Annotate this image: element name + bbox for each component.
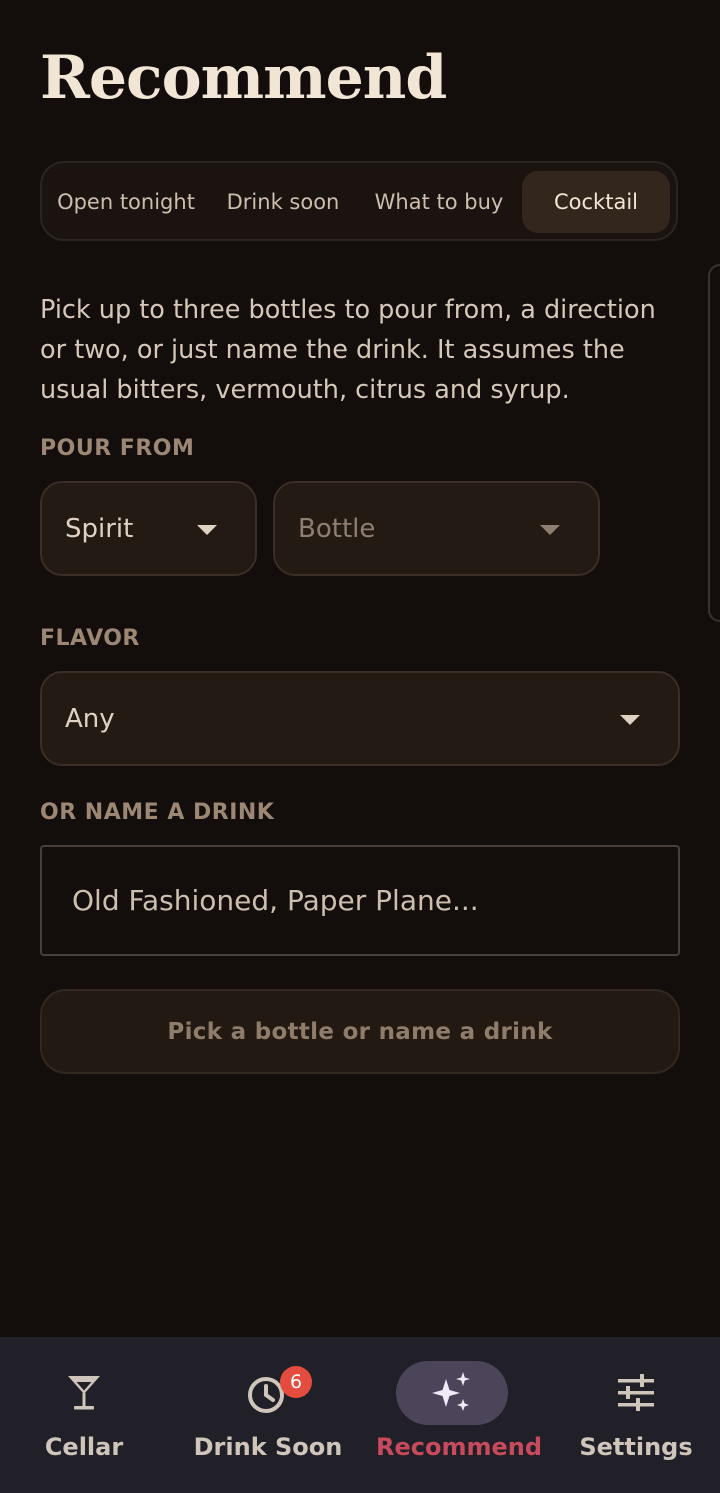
sparkles-icon	[396, 1361, 508, 1425]
tab-what-to-buy[interactable]: What to buy	[364, 171, 514, 233]
nav-item-cellar[interactable]: Cellar	[28, 1337, 140, 1493]
drink-soon-count-badge: 6	[280, 1366, 312, 1398]
nav-item-recommend[interactable]: Recommend	[376, 1337, 542, 1493]
nav-label-settings: Settings	[579, 1433, 693, 1461]
nav-label-drink-soon: Drink Soon	[193, 1433, 343, 1461]
cocktail-glass-icon	[28, 1361, 140, 1425]
pour-from-label: POUR FROM	[40, 436, 195, 461]
flavor-select-value: Any	[65, 703, 115, 734]
caret-down-icon	[540, 524, 560, 535]
intro-text: Pick up to three bottles to pour from, a…	[40, 295, 656, 405]
nav-item-drink-soon[interactable]: 6 Drink Soon	[194, 1337, 342, 1493]
tab-drink-soon[interactable]: Drink soon	[208, 171, 358, 233]
nav-label-recommend: Recommend	[376, 1433, 543, 1461]
mode-segmented-control: Open tonight Drink soon What to buy Cock…	[40, 161, 678, 241]
bottom-navigation: Cellar 6 Drink Soon Recommend Settings	[0, 1337, 720, 1493]
sliders-icon	[580, 1361, 692, 1425]
nav-item-settings[interactable]: Settings	[579, 1337, 693, 1493]
caret-down-icon	[197, 524, 217, 535]
spirit-select-value: Spirit	[65, 513, 134, 544]
spirit-select[interactable]: Spirit	[40, 481, 257, 576]
flavor-label: FLAVOR	[40, 626, 140, 651]
bottle-select-placeholder: Bottle	[298, 513, 376, 544]
scrollbar-thumb[interactable]	[708, 264, 720, 622]
flavor-select[interactable]: Any	[40, 671, 680, 766]
name-drink-label: OR NAME A DRINK	[40, 800, 275, 825]
caret-down-icon	[620, 714, 640, 725]
drink-name-input[interactable]	[40, 845, 680, 956]
bottle-select[interactable]: Bottle	[273, 481, 600, 576]
tab-cocktail[interactable]: Cocktail	[522, 171, 670, 233]
tab-open-tonight[interactable]: Open tonight	[50, 171, 202, 233]
nav-label-cellar: Cellar	[44, 1433, 124, 1461]
page-title: Recommend	[40, 43, 447, 113]
recommend-submit-button[interactable]: Pick a bottle or name a drink	[40, 989, 680, 1074]
